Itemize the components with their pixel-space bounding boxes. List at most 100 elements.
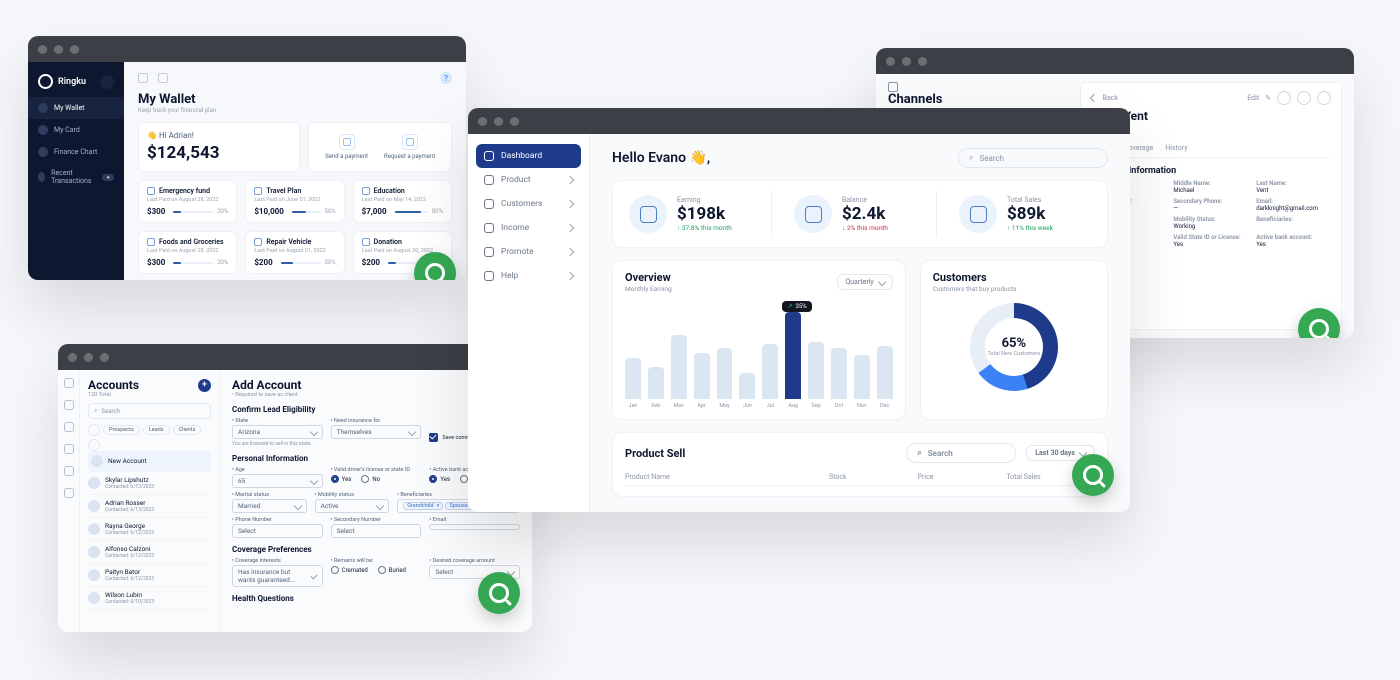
product-icon (484, 175, 494, 185)
pencil-icon[interactable]: ✎ (1265, 94, 1271, 102)
nav-promote[interactable]: Promote (476, 240, 581, 264)
search-input[interactable]: ⌕Search (958, 148, 1108, 168)
wallet-window: Ringku My Wallet My Card Finance Chart R… (28, 36, 466, 280)
chip-prospects[interactable]: Prospects (103, 425, 140, 435)
search-icon: ⌕ (969, 153, 973, 163)
id-yes-radio[interactable]: Yes (331, 475, 352, 483)
help-icon[interactable]: ? (440, 72, 452, 84)
filter-icon[interactable] (88, 439, 100, 451)
id-no-radio[interactable]: No (361, 475, 380, 483)
period-select[interactable]: Quarterly (837, 274, 892, 290)
bar (785, 312, 801, 399)
chip-all[interactable] (88, 424, 100, 436)
nav-my-wallet[interactable]: My Wallet (28, 97, 124, 119)
nav-product[interactable]: Product (476, 168, 581, 192)
request-icon (402, 134, 418, 150)
age-select[interactable]: 65 (232, 474, 323, 488)
kpi-card: Earning$198k ↑ 37.8% this month (619, 191, 772, 237)
income-icon (484, 223, 494, 233)
add-account-button[interactable]: + (198, 379, 211, 392)
account-row[interactable]: Adrian RosserContacted: 6/13/2023 (88, 495, 211, 518)
buried-radio[interactable]: Buried (378, 566, 406, 574)
request-payment-button[interactable]: Request a payment (384, 134, 435, 160)
channels-title: Channels (888, 92, 1070, 107)
action-icon[interactable] (1277, 91, 1291, 105)
pocket-icon (147, 238, 155, 246)
zoom-fab[interactable] (478, 572, 520, 614)
bar (762, 344, 778, 399)
accounts-search-input[interactable]: ⌕Search (88, 403, 211, 419)
send-icon (339, 134, 355, 150)
avatar (88, 477, 100, 489)
bar (877, 346, 893, 399)
page-subtitle: Keep track your financial plan (138, 107, 452, 114)
action-icon[interactable] (1297, 91, 1311, 105)
marital-select[interactable]: Married (232, 499, 307, 513)
nav-finance-chart[interactable]: Finance Chart (28, 141, 124, 163)
bar-chart: 35% (625, 307, 893, 399)
cremated-radio[interactable]: Cremated (331, 566, 368, 574)
back-button[interactable]: Back (1103, 94, 1118, 102)
dashboard-sidebar: Dashboard Product Customers Income Promo… (468, 134, 590, 512)
account-row[interactable]: Rayna GeorgeContacted: 6/12/2023 (88, 518, 211, 541)
layout-icon[interactable] (138, 73, 148, 83)
phone-input[interactable]: Select (232, 524, 323, 538)
chip-clients[interactable]: Clients (173, 425, 202, 435)
pocket-card[interactable]: Travel Plan Last Paid on June 01, 2022 $… (245, 180, 344, 223)
back-icon[interactable] (1089, 94, 1097, 102)
search-icon: ⌕ (94, 407, 97, 415)
product-search-input[interactable]: ⌕Search (906, 443, 1016, 463)
account-row[interactable]: Wilson LubinContacted: 6/10/2023 (88, 587, 211, 610)
dashboard-icon (484, 151, 494, 161)
kpi-icon (794, 195, 832, 233)
action-icon[interactable] (1317, 91, 1331, 105)
rail-icon[interactable] (64, 488, 74, 498)
dashboard-window: Dashboard Product Customers Income Promo… (468, 108, 1130, 512)
pocket-icon (362, 187, 370, 195)
account-row[interactable]: Skylar LipshutzContacted: 6/13/2023 (88, 472, 211, 495)
greeting: 👋 Hi Adrian! (147, 131, 291, 140)
mobility-select[interactable]: Active (315, 499, 390, 513)
email-input[interactable] (429, 524, 520, 530)
avatar (88, 523, 100, 535)
nav-recent-transactions[interactable]: Recent Transactions● (28, 163, 124, 191)
account-row[interactable]: Alfonso CalzoniContacted: 6/12/2023 (88, 541, 211, 564)
titlebar (28, 36, 466, 62)
nav-help[interactable]: Help (476, 264, 581, 288)
rail-icon[interactable] (64, 400, 74, 410)
pocket-card[interactable]: Foods and Groceries Last Paid on August … (138, 231, 237, 274)
zoom-fab[interactable] (1072, 454, 1114, 496)
edit-button[interactable]: Edit (1247, 94, 1259, 102)
grid-icon[interactable] (158, 73, 168, 83)
titlebar (468, 108, 1130, 134)
nav-my-card[interactable]: My Card (28, 119, 124, 141)
need-select[interactable]: Themselves (331, 425, 422, 439)
rail-icon[interactable] (64, 378, 74, 388)
bar (694, 353, 710, 399)
secondary-phone-input[interactable]: Select (331, 524, 422, 538)
pocket-card[interactable]: Repair Vehicle Last Paid on August 01, 2… (245, 231, 344, 274)
nav-customers[interactable]: Customers (476, 192, 581, 216)
account-row[interactable]: New Account (88, 451, 211, 472)
rail-icon[interactable] (64, 422, 74, 432)
nav-income[interactable]: Income (476, 216, 581, 240)
chip-leads[interactable]: Leads (143, 425, 170, 435)
rail-icon[interactable] (64, 444, 74, 454)
search-icon: ⌕ (917, 448, 921, 458)
tab-history[interactable]: History (1165, 144, 1187, 157)
avatar (88, 500, 100, 512)
page-title: My Wallet (138, 92, 452, 107)
rail-icon[interactable] (64, 466, 74, 476)
nav-dashboard[interactable]: Dashboard (476, 144, 581, 168)
coverage-select[interactable]: Has insurance but wants guaranteed... (232, 565, 323, 587)
bank-yes-radio[interactable]: Yes (429, 475, 450, 483)
avatar (91, 455, 103, 467)
send-payment-button[interactable]: Send a payment (325, 134, 368, 160)
pocket-icon (254, 238, 262, 246)
state-select[interactable]: Arizona (232, 425, 323, 439)
promote-icon (484, 247, 494, 257)
account-row[interactable]: Paityn BatorContacted: 6/12/2023 (88, 564, 211, 587)
pocket-card[interactable]: Education Last Paid on May 14, 2022 $7,0… (353, 180, 452, 223)
pocket-card[interactable]: Emergency fund Last Paid on August 28, 2… (138, 180, 237, 223)
product-sell-panel: Product Sell ⌕Search Last 30 days Produc… (612, 432, 1108, 497)
